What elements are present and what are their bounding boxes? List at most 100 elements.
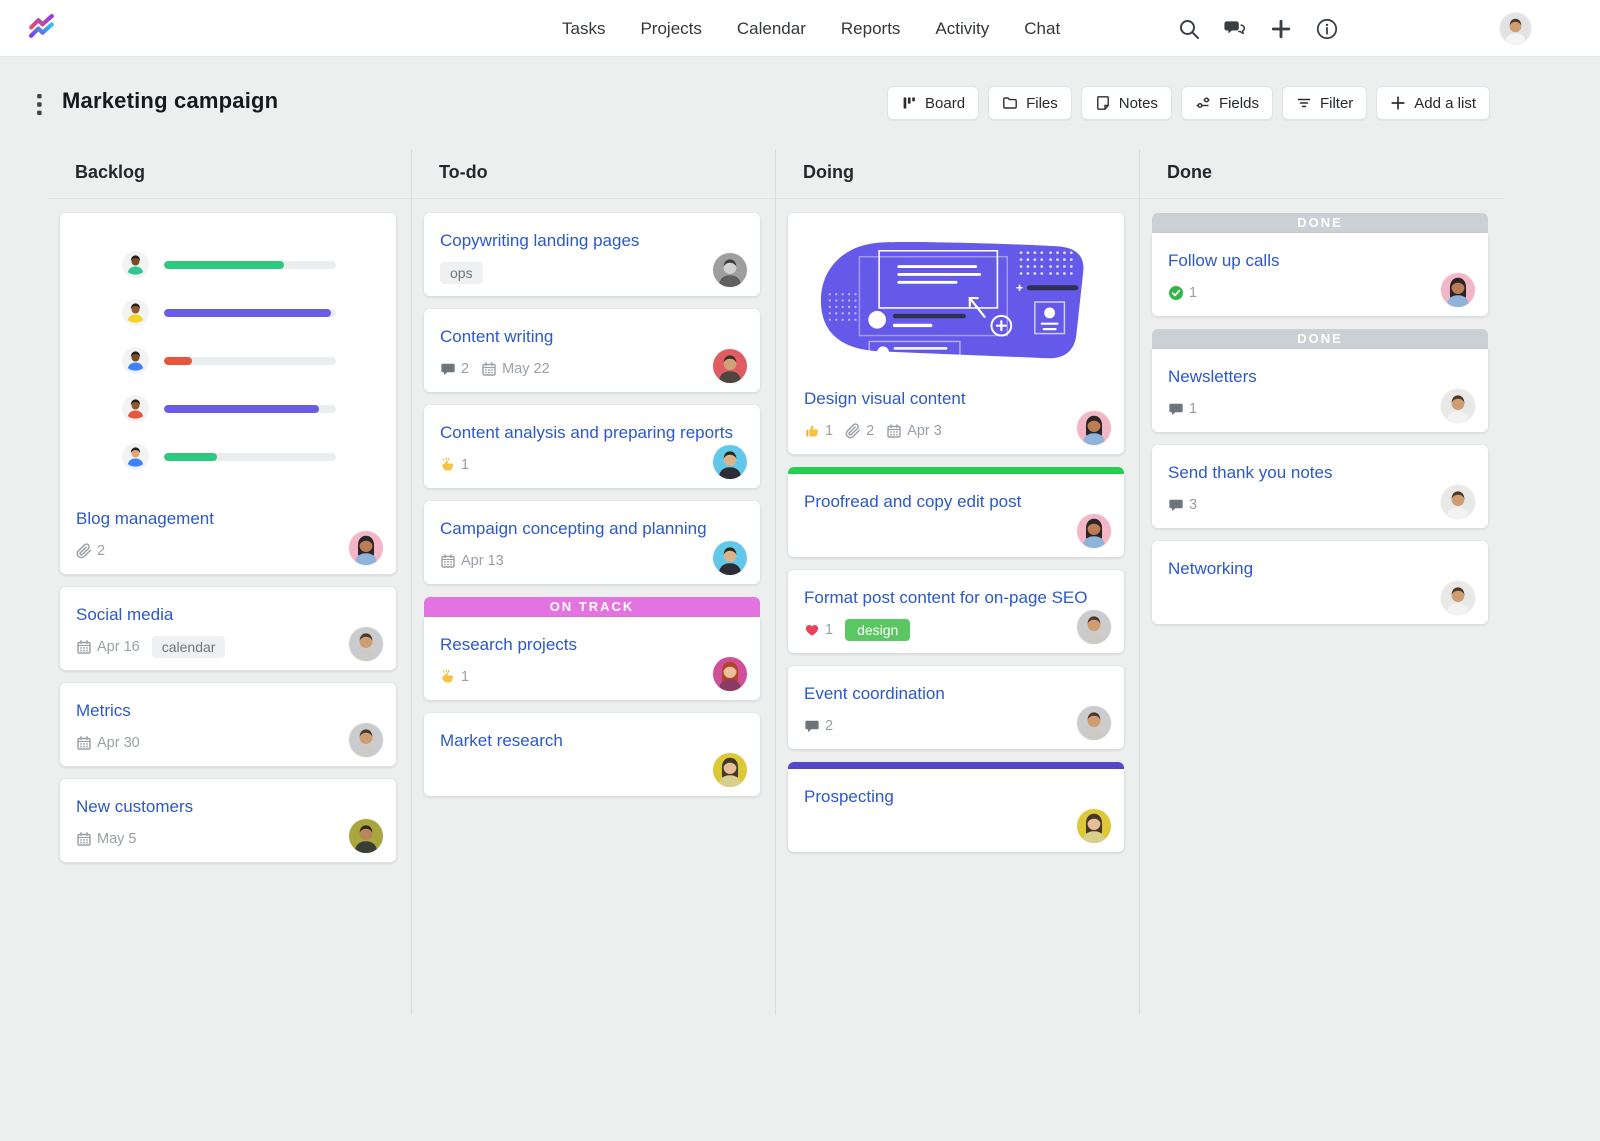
- board-icon: [901, 95, 917, 111]
- card-title[interactable]: Send thank you notes: [1168, 459, 1472, 486]
- nav-reports[interactable]: Reports: [841, 19, 901, 39]
- clap-count: 1: [461, 457, 469, 473]
- note-icon: [1095, 95, 1111, 111]
- plus-icon: [1390, 95, 1406, 111]
- card-design-visual-content[interactable]: Design visual content 1 2 Apr 3: [788, 213, 1124, 454]
- card-networking[interactable]: Networking: [1152, 541, 1488, 624]
- app-logo-icon[interactable]: [27, 14, 56, 43]
- nav-projects[interactable]: Projects: [640, 19, 701, 39]
- card-title[interactable]: Event coordination: [804, 680, 1108, 707]
- card-proofread[interactable]: Proofread and copy edit post: [788, 474, 1124, 557]
- card-title[interactable]: Newsletters: [1168, 363, 1472, 390]
- card-title[interactable]: Blog management: [76, 505, 380, 532]
- column-doing: Doing: [776, 149, 1140, 1015]
- card-format-post-seo[interactable]: Format post content for on-page SEO 1 de…: [788, 570, 1124, 653]
- comment-icon: [804, 718, 820, 734]
- assignee-avatar: [1077, 411, 1111, 445]
- column-title: To-do: [412, 149, 775, 199]
- board-toolbar: Board Files Notes Fields Filter Add a li…: [887, 86, 1490, 120]
- nav-tasks[interactable]: Tasks: [562, 19, 605, 39]
- card-new-customers[interactable]: New customers May 5: [60, 779, 396, 862]
- user-avatar[interactable]: [1500, 13, 1531, 44]
- column-title: Done: [1140, 149, 1503, 199]
- card-title[interactable]: Metrics: [76, 697, 380, 724]
- drag-handle-icon[interactable]: [36, 93, 43, 116]
- assignee-avatar: [1077, 809, 1111, 843]
- calendar-icon: [481, 361, 497, 377]
- progress-fill: [164, 453, 217, 461]
- notes-button[interactable]: Notes: [1081, 86, 1172, 120]
- card-title[interactable]: Market research: [440, 727, 744, 754]
- plus-icon[interactable]: [1270, 18, 1292, 40]
- card-social-media[interactable]: Social media Apr 16 calendar: [60, 587, 396, 670]
- card-content-writing[interactable]: Content writing 2 May 22: [424, 309, 760, 392]
- assignee-avatar: [713, 541, 747, 575]
- nav-icon-group: [1178, 0, 1338, 57]
- calendar-icon: [76, 831, 92, 847]
- card-newsletters[interactable]: Newsletters 1: [1152, 349, 1488, 432]
- status-color-bar: [788, 762, 1124, 769]
- card-title[interactable]: Prospecting: [804, 783, 1108, 810]
- nav-chat[interactable]: Chat: [1024, 19, 1060, 39]
- nav-calendar[interactable]: Calendar: [737, 19, 806, 39]
- card-copywriting[interactable]: Copywriting landing pages ops: [424, 213, 760, 296]
- person-illustration: [122, 299, 149, 326]
- check-count: 1: [1189, 285, 1197, 301]
- search-icon[interactable]: [1178, 18, 1200, 40]
- kanban-board: Backlog: [0, 149, 1600, 1015]
- attachment-count: 2: [866, 423, 874, 439]
- fields-button[interactable]: Fields: [1181, 86, 1273, 120]
- card-title[interactable]: Research projects: [440, 631, 744, 658]
- assignee-avatar: [1441, 485, 1475, 519]
- card-title[interactable]: Follow up calls: [1168, 247, 1472, 274]
- due-date: May 22: [502, 361, 550, 377]
- page-title: Marketing campaign: [62, 88, 278, 114]
- files-button[interactable]: Files: [988, 86, 1072, 120]
- nav-activity[interactable]: Activity: [935, 19, 989, 39]
- clap-count: 1: [461, 669, 469, 685]
- tag: calendar: [152, 636, 226, 658]
- card-title[interactable]: New customers: [76, 793, 380, 820]
- person-illustration: [122, 395, 149, 422]
- card-title[interactable]: Format post content for on-page SEO: [804, 584, 1108, 611]
- assignee-avatar: [1441, 389, 1475, 423]
- card-research-projects[interactable]: Research projects 1: [424, 617, 760, 700]
- board-view-button[interactable]: Board: [887, 86, 979, 120]
- info-icon[interactable]: [1316, 18, 1338, 40]
- add-list-button[interactable]: Add a list: [1376, 86, 1490, 120]
- card-market-research[interactable]: Market research: [424, 713, 760, 796]
- chat-icon[interactable]: [1224, 18, 1246, 40]
- card-metrics[interactable]: Metrics Apr 30: [60, 683, 396, 766]
- card-title[interactable]: Campaign concepting and planning: [440, 515, 744, 542]
- thumbs-up-icon: [804, 423, 820, 439]
- card-title[interactable]: Networking: [1168, 555, 1472, 582]
- card-title[interactable]: Copywriting landing pages: [440, 227, 744, 254]
- card-title[interactable]: Social media: [76, 601, 380, 628]
- attachment-count: 2: [97, 543, 105, 559]
- card-title[interactable]: Design visual content: [804, 385, 1108, 412]
- card-follow-up-calls[interactable]: Follow up calls 1: [1152, 233, 1488, 316]
- assignee-avatar: [349, 723, 383, 757]
- card-title[interactable]: Content analysis and preparing reports: [440, 419, 744, 446]
- due-date: Apr 30: [97, 735, 140, 751]
- card-campaign-concepting[interactable]: Campaign concepting and planning Apr 13: [424, 501, 760, 584]
- card-title[interactable]: Content writing: [440, 323, 744, 350]
- design-illustration: [804, 227, 1108, 385]
- comment-count: 2: [461, 361, 469, 377]
- assignee-avatar: [1077, 610, 1111, 644]
- main-menu: Tasks Projects Calendar Reports Activity…: [562, 0, 1060, 57]
- status-banner: DONE: [1152, 329, 1488, 349]
- card-event-coordination[interactable]: Event coordination 2: [788, 666, 1124, 749]
- assignee-avatar: [713, 253, 747, 287]
- due-date: Apr 16: [97, 639, 140, 655]
- comment-count: 1: [1189, 401, 1197, 417]
- card-blog-management[interactable]: Blog management 2: [60, 213, 396, 574]
- card-content-analysis[interactable]: Content analysis and preparing reports 1: [424, 405, 760, 488]
- card-prospecting[interactable]: Prospecting: [788, 769, 1124, 852]
- card-send-thank-you-notes[interactable]: Send thank you notes 3: [1152, 445, 1488, 528]
- filter-button[interactable]: Filter: [1282, 86, 1367, 120]
- assignee-avatar: [349, 819, 383, 853]
- comment-count: 2: [825, 718, 833, 734]
- card-title[interactable]: Proofread and copy edit post: [804, 488, 1108, 515]
- comment-icon: [1168, 497, 1184, 513]
